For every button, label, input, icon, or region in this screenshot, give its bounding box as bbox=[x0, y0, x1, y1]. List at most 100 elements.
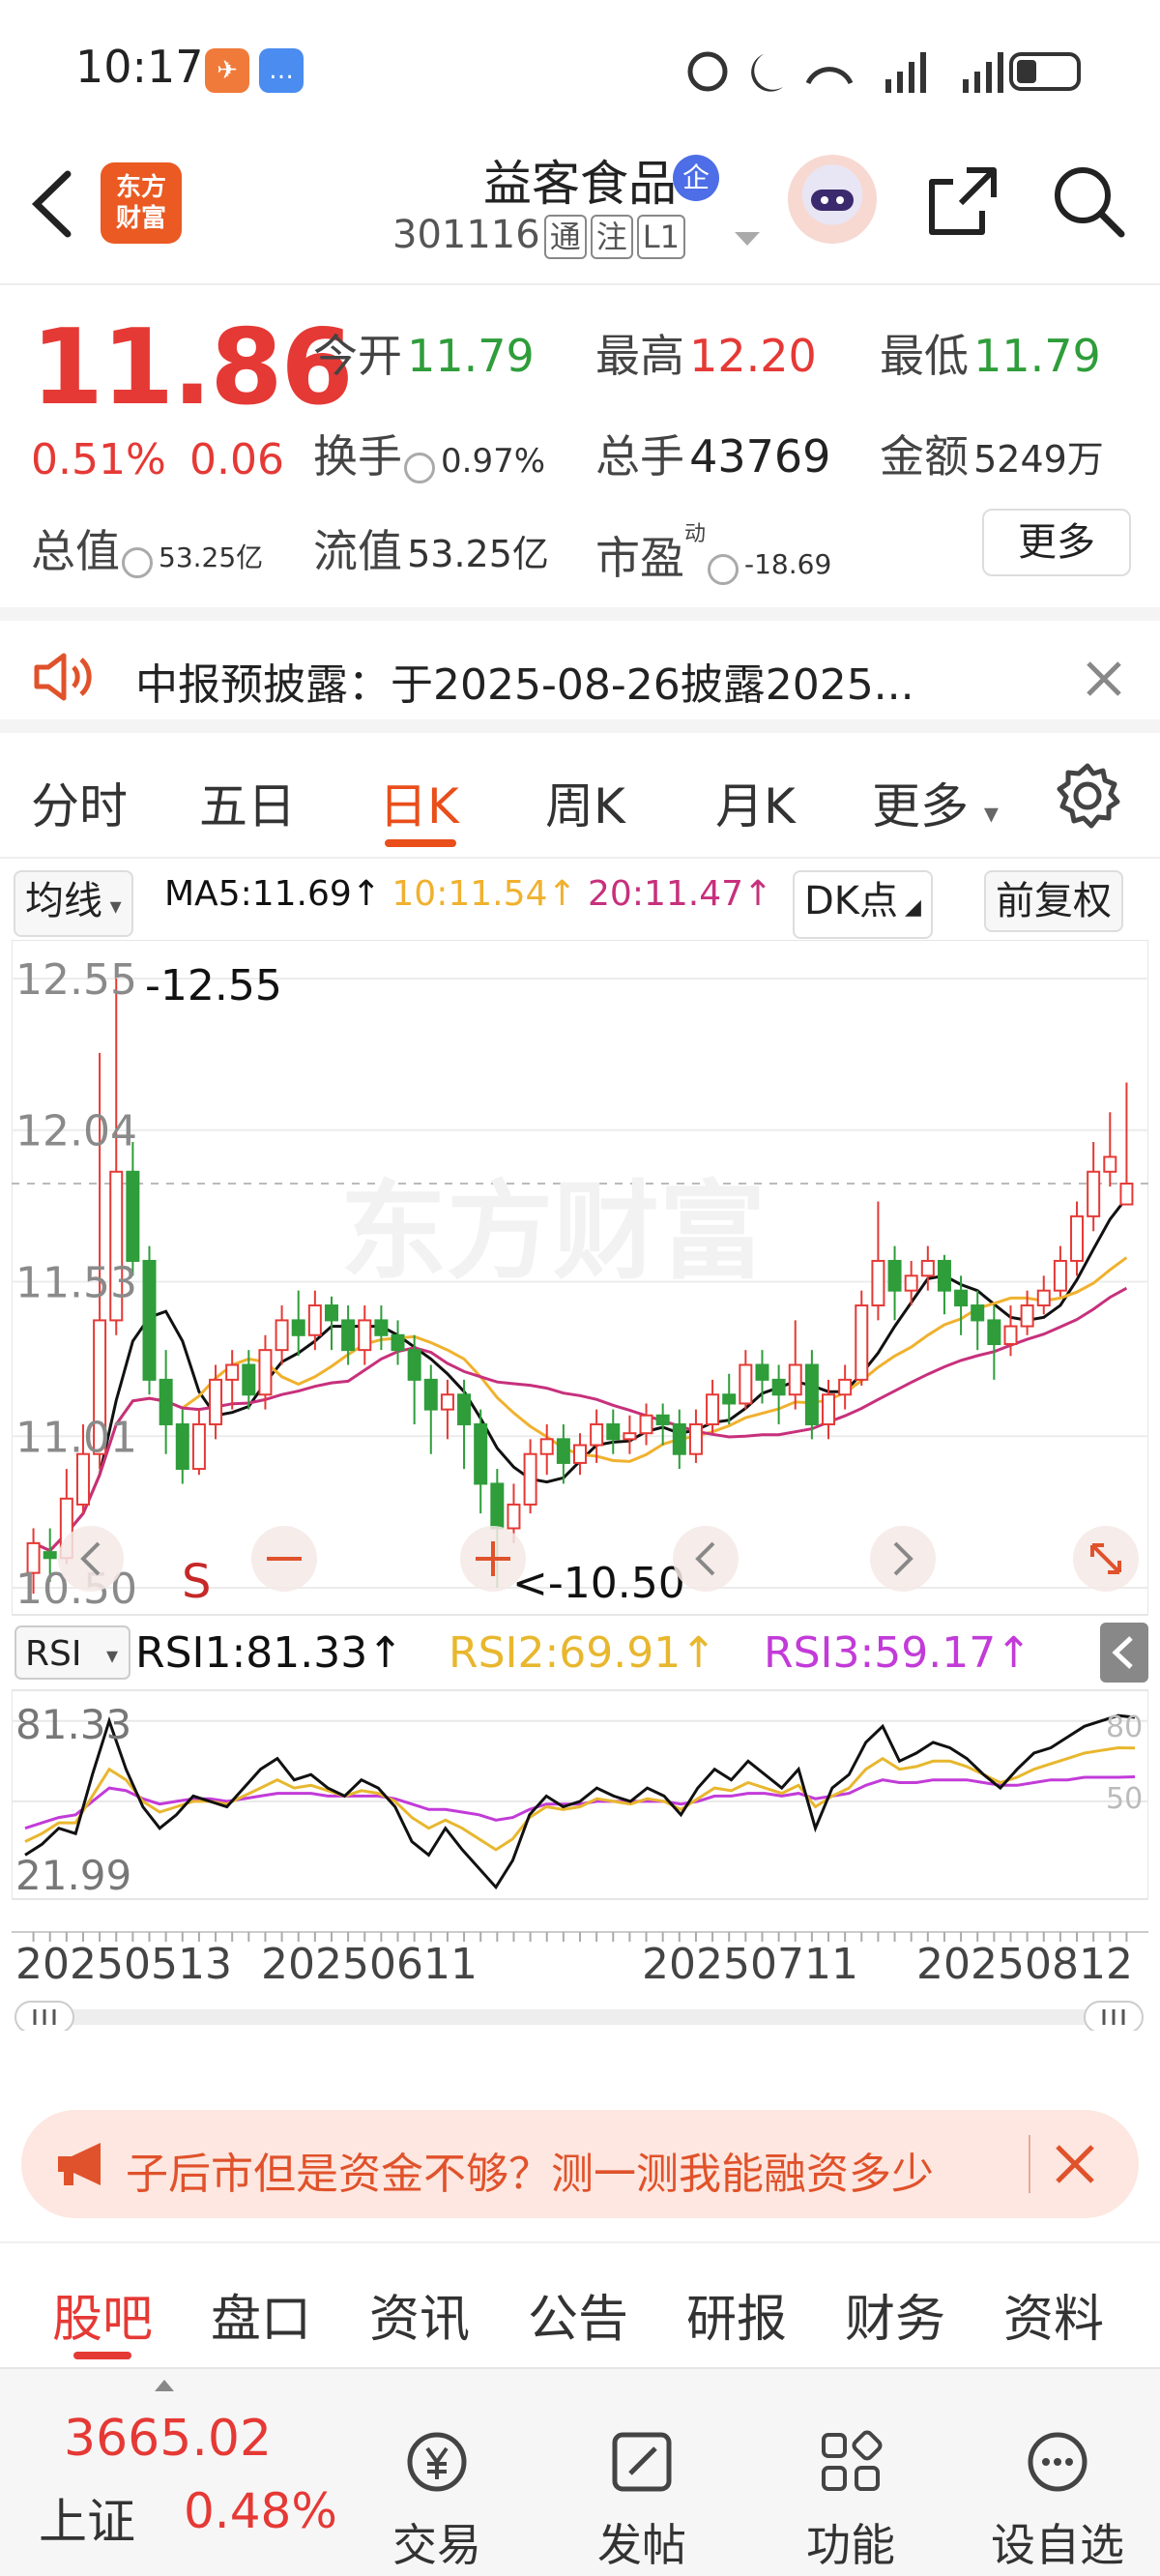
change-percent: 0.51% bbox=[31, 435, 166, 484]
tab-intraday[interactable]: 分时 bbox=[31, 768, 128, 837]
tab-profile[interactable]: 资料 bbox=[1003, 2278, 1104, 2351]
info-eye-icon[interactable] bbox=[404, 452, 435, 483]
price-tick-label: 12.55 bbox=[15, 955, 137, 1005]
tab-news[interactable]: 资讯 bbox=[369, 2278, 470, 2351]
low-annotation: <-10.50 bbox=[512, 1559, 685, 1608]
pe-row: 市盈动 -18.69 bbox=[595, 516, 831, 587]
candle-body bbox=[43, 1551, 57, 1560]
tab-weekly-k[interactable]: 周K bbox=[545, 768, 625, 837]
change-amount: 0.06 bbox=[189, 435, 284, 484]
share-icon[interactable] bbox=[924, 162, 1001, 240]
chart-svg[interactable]: 东方财富 12.5512.0411.5311.0110.50 -12.55 <-… bbox=[11, 939, 1149, 2034]
candle-body bbox=[159, 1378, 173, 1425]
kline-chart[interactable]: 东方财富 12.55 12.04 11.53 11.01 10.50 -12.55 <-… bbox=[11, 939, 1149, 2034]
nav-post[interactable]: 发帖 bbox=[565, 2427, 719, 2574]
watermark: 东方财富 bbox=[340, 1170, 766, 1294]
candle-body bbox=[688, 1422, 703, 1455]
close-icon[interactable] bbox=[1052, 2141, 1098, 2187]
bottom-bar: 3665.02 上证 0.48% 交易 发帖 功能 设自选 bbox=[0, 2367, 1160, 2576]
candle-body bbox=[755, 1363, 769, 1381]
candle-body bbox=[706, 1393, 720, 1425]
low-label: 最低 bbox=[880, 330, 969, 382]
ad-divider bbox=[1029, 2135, 1030, 2193]
candle-body bbox=[623, 1432, 637, 1441]
info-eye-icon[interactable] bbox=[122, 546, 153, 578]
corner-arrow-icon: ◢ bbox=[898, 895, 921, 920]
tab-more[interactable]: 更多 ▾ bbox=[872, 768, 999, 837]
indicator-select[interactable]: 均线 ▾ bbox=[14, 870, 133, 937]
candle-body bbox=[374, 1319, 389, 1336]
candle-body bbox=[1119, 1183, 1134, 1206]
notice-banner[interactable]: 中报预披露：于2025-08-26披露2025... bbox=[0, 607, 1160, 733]
candle-body bbox=[788, 1363, 802, 1396]
candle-body bbox=[971, 1304, 985, 1322]
nav-post-label: 发帖 bbox=[597, 2519, 686, 2571]
rsi3-value: RSI3:59.17↑ bbox=[764, 1628, 1031, 1678]
turnover-label: 换手 bbox=[313, 430, 402, 483]
tab-monthly-k[interactable]: 月K bbox=[715, 768, 796, 837]
search-icon[interactable] bbox=[1050, 162, 1127, 240]
dk-point-label: DK点 bbox=[804, 879, 899, 923]
dropdown-caret-icon: ▾ bbox=[102, 893, 122, 920]
tab-pankou[interactable]: 盘口 bbox=[211, 2278, 311, 2351]
candle-body bbox=[307, 1304, 322, 1336]
candle-body bbox=[275, 1319, 289, 1352]
candle-body bbox=[440, 1393, 454, 1411]
tab-guba[interactable]: 股吧 bbox=[52, 2278, 153, 2351]
system-status-icons bbox=[687, 51, 1081, 93]
candle-body bbox=[142, 1259, 157, 1381]
high-value: 12.20 bbox=[689, 330, 817, 382]
candle-body bbox=[507, 1503, 521, 1530]
candle-body bbox=[175, 1422, 189, 1471]
candle-body bbox=[655, 1414, 670, 1425]
tab-announcements[interactable]: 公告 bbox=[528, 2278, 628, 2351]
ai-assistant-avatar[interactable] bbox=[788, 155, 877, 244]
candle-body bbox=[225, 1363, 240, 1381]
nav-functions[interactable]: 功能 bbox=[773, 2427, 928, 2574]
close-icon[interactable] bbox=[1085, 659, 1123, 698]
more-quote-button[interactable]: 更多 bbox=[982, 509, 1131, 576]
open-value: 11.79 bbox=[407, 330, 535, 382]
candle-body bbox=[126, 1170, 140, 1262]
candle-body bbox=[822, 1393, 836, 1425]
ma5-value: MA5:11.69↑ bbox=[164, 874, 381, 914]
tab-finance[interactable]: 财务 bbox=[845, 2278, 945, 2351]
candle-body bbox=[341, 1319, 356, 1352]
high-label: 最高 bbox=[595, 330, 684, 382]
market-cap-row: 总值 53.25亿 bbox=[31, 516, 263, 580]
candle-body bbox=[1020, 1304, 1034, 1328]
info-eye-icon[interactable] bbox=[708, 553, 740, 585]
tab-five-day[interactable]: 五日 bbox=[199, 768, 296, 837]
stock-code: 301116 bbox=[392, 213, 540, 257]
index-change: 0.48% bbox=[184, 2483, 337, 2539]
tag-l1: L1 bbox=[636, 215, 685, 259]
candle-body bbox=[1103, 1156, 1117, 1173]
nav-trade[interactable]: 交易 bbox=[360, 2427, 514, 2574]
volume-value: 43769 bbox=[689, 430, 831, 483]
candle-body bbox=[407, 1349, 421, 1381]
dk-point-button[interactable]: DK点 ◢ bbox=[793, 870, 933, 939]
candle-body bbox=[1087, 1170, 1101, 1217]
price-tick-label: 11.01 bbox=[15, 1413, 137, 1462]
tab-more-label: 更多 bbox=[872, 778, 969, 834]
candle-body bbox=[1053, 1259, 1067, 1292]
index-value[interactable]: 3665.02 bbox=[64, 2410, 272, 2468]
tab-research[interactable]: 研报 bbox=[686, 2278, 787, 2351]
dropdown-caret-icon: ▾ bbox=[106, 1642, 118, 1669]
active-tab-indicator bbox=[73, 2352, 131, 2359]
nav-add-watchlist[interactable]: 设自选 bbox=[980, 2427, 1135, 2574]
candle-body bbox=[672, 1422, 686, 1455]
s-label: S bbox=[182, 1555, 211, 1609]
candle-body bbox=[539, 1438, 554, 1455]
ad-banner[interactable]: 子后市但是资金不够？测一测我能融资多少 bbox=[21, 2110, 1139, 2218]
settings-gear-icon[interactable] bbox=[1054, 762, 1121, 830]
caret-up-icon bbox=[155, 2377, 174, 2391]
candle-body bbox=[887, 1259, 902, 1292]
adjust-button[interactable]: 前复权 bbox=[984, 870, 1123, 932]
candle-body bbox=[739, 1363, 753, 1405]
candle-body bbox=[904, 1274, 918, 1292]
ma20-value: 20:11.47↑ bbox=[588, 874, 773, 914]
dropdown-caret-icon[interactable] bbox=[735, 232, 760, 248]
tab-daily-k[interactable]: 日K bbox=[379, 768, 459, 837]
ma10-value: 10:11.54↑ bbox=[392, 874, 577, 914]
